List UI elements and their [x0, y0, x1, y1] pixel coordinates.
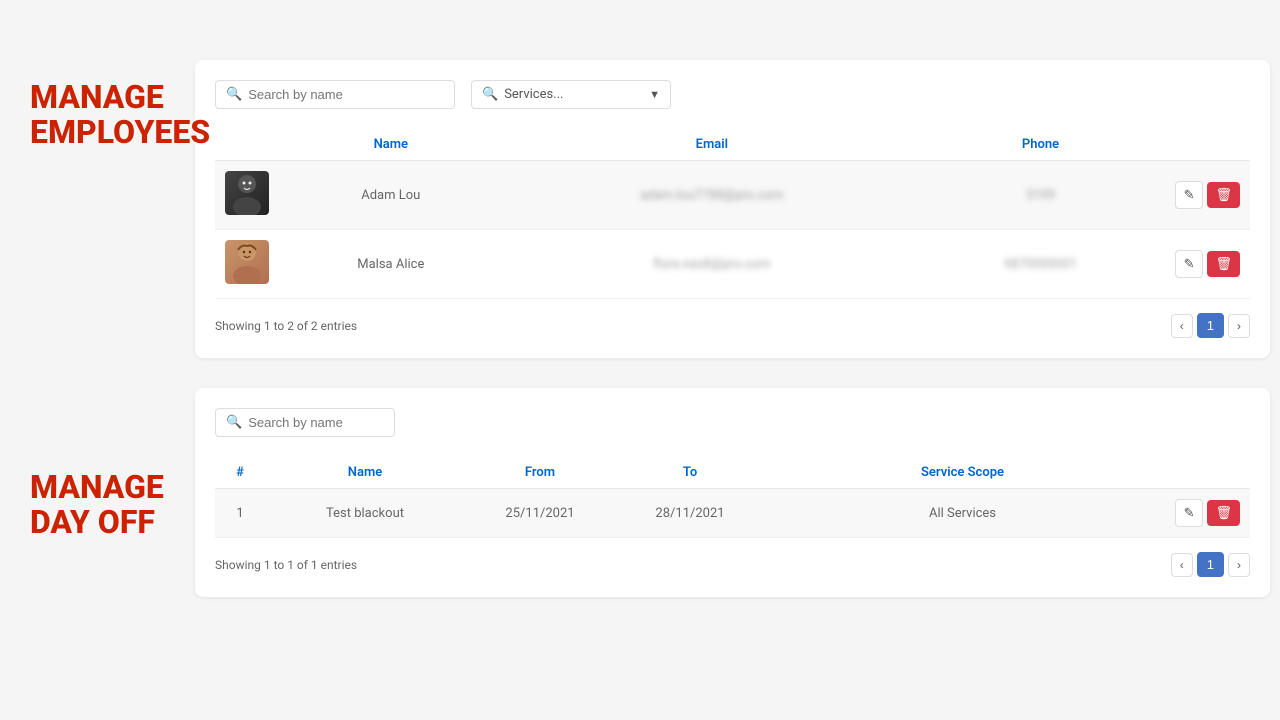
dayoff-from: 25/11/2021 [465, 489, 615, 538]
edit-button[interactable]: ✎ [1175, 181, 1204, 209]
dayoff-pagination: ‹ 1 › [1171, 552, 1250, 577]
dayoff-actions-col-header [1160, 457, 1250, 489]
dayoff-to: 28/11/2021 [615, 489, 765, 538]
dayoff-pagination-row: Showing 1 to 1 of 1 entries ‹ 1 › [215, 552, 1250, 577]
employees-card: 🔍 🔍 Services... ▼ Name Email Phone [195, 60, 1270, 358]
dayoff-scope: All Services [765, 489, 1160, 538]
dayoff-showing-text: Showing 1 to 1 of 1 entries [215, 558, 357, 572]
delete-button[interactable]: 🗑 [1207, 182, 1240, 208]
employee-email: flore.nes8@pro.com [503, 230, 921, 299]
to-col-header: To [615, 457, 765, 489]
dayoff-actions-cell: ✎🗑 [1160, 489, 1250, 538]
dayoff-page-1-button[interactable]: 1 [1197, 552, 1224, 577]
name-col-header: Name [279, 129, 503, 161]
dayoff-card: 🔍 # Name From To Service Scope 1Test bla… [195, 388, 1270, 597]
edit-button[interactable]: ✎ [1175, 250, 1204, 278]
employees-showing-text: Showing 1 to 2 of 2 entries [215, 319, 357, 333]
avatar-cell [215, 230, 279, 299]
dayoff-name-col-header: Name [265, 457, 465, 489]
employees-search-box[interactable]: 🔍 [215, 80, 455, 109]
manage-dayoff-label: Manage Day Off [30, 470, 164, 540]
employee-phone: 3199 [921, 161, 1160, 230]
employees-search-input[interactable] [248, 87, 444, 102]
employees-pagination-row: Showing 1 to 2 of 2 entries ‹ 1 › [215, 313, 1250, 338]
avatar-col-header [215, 129, 279, 161]
employees-next-button[interactable]: › [1228, 314, 1250, 338]
dayoff-num: 1 [215, 489, 265, 538]
actions-col-header [1160, 129, 1250, 161]
actions-cell: ✎🗑 [1160, 161, 1250, 230]
dayoff-prev-button[interactable]: ‹ [1171, 553, 1193, 577]
dayoff-name: Test blackout [265, 489, 465, 538]
avatar-cell [215, 161, 279, 230]
delete-button[interactable]: 🗑 [1207, 251, 1240, 277]
employees-prev-button[interactable]: ‹ [1171, 314, 1193, 338]
services-dropdown-label: Services... [504, 87, 643, 102]
employee-name: Malsa Alice [279, 230, 503, 299]
employees-table: Name Email Phone Adam Louadam.lou7788@pr… [215, 129, 1250, 299]
num-col-header: # [215, 457, 265, 489]
services-search-icon: 🔍 [482, 87, 498, 102]
services-dropdown[interactable]: 🔍 Services... ▼ [471, 80, 671, 109]
chevron-down-icon: ▼ [649, 88, 660, 101]
employees-toolbar: 🔍 🔍 Services... ▼ [215, 80, 1250, 109]
scope-col-header: Service Scope [765, 457, 1160, 489]
dayoff-search-input[interactable] [248, 415, 384, 430]
search-icon: 🔍 [226, 415, 242, 430]
from-col-header: From [465, 457, 615, 489]
dayoff-next-button[interactable]: › [1228, 553, 1250, 577]
phone-col-header: Phone [921, 129, 1160, 161]
actions-cell: ✎🗑 [1160, 230, 1250, 299]
email-col-header: Email [503, 129, 921, 161]
table-row: Malsa Aliceflore.nes8@pro.com9870000001✎… [215, 230, 1250, 299]
avatar [225, 240, 269, 284]
employee-phone: 9870000001 [921, 230, 1160, 299]
search-icon: 🔍 [226, 87, 242, 102]
manage-employees-label: Manage Employees [30, 80, 210, 150]
employee-email: adam.lou7788@pro.com [503, 161, 921, 230]
table-row: 1Test blackout25/11/202128/11/2021All Se… [215, 489, 1250, 538]
dayoff-toolbar: 🔍 [215, 408, 1250, 437]
dayoff-table: # Name From To Service Scope 1Test black… [215, 457, 1250, 538]
employees-pagination: ‹ 1 › [1171, 313, 1250, 338]
avatar [225, 171, 269, 215]
dayoff-search-box[interactable]: 🔍 [215, 408, 395, 437]
dayoff-edit-button[interactable]: ✎ [1175, 499, 1204, 527]
table-row: Adam Louadam.lou7788@pro.com3199✎🗑 [215, 161, 1250, 230]
employee-name: Adam Lou [279, 161, 503, 230]
dayoff-delete-button[interactable]: 🗑 [1207, 500, 1240, 526]
employees-page-1-button[interactable]: 1 [1197, 313, 1224, 338]
